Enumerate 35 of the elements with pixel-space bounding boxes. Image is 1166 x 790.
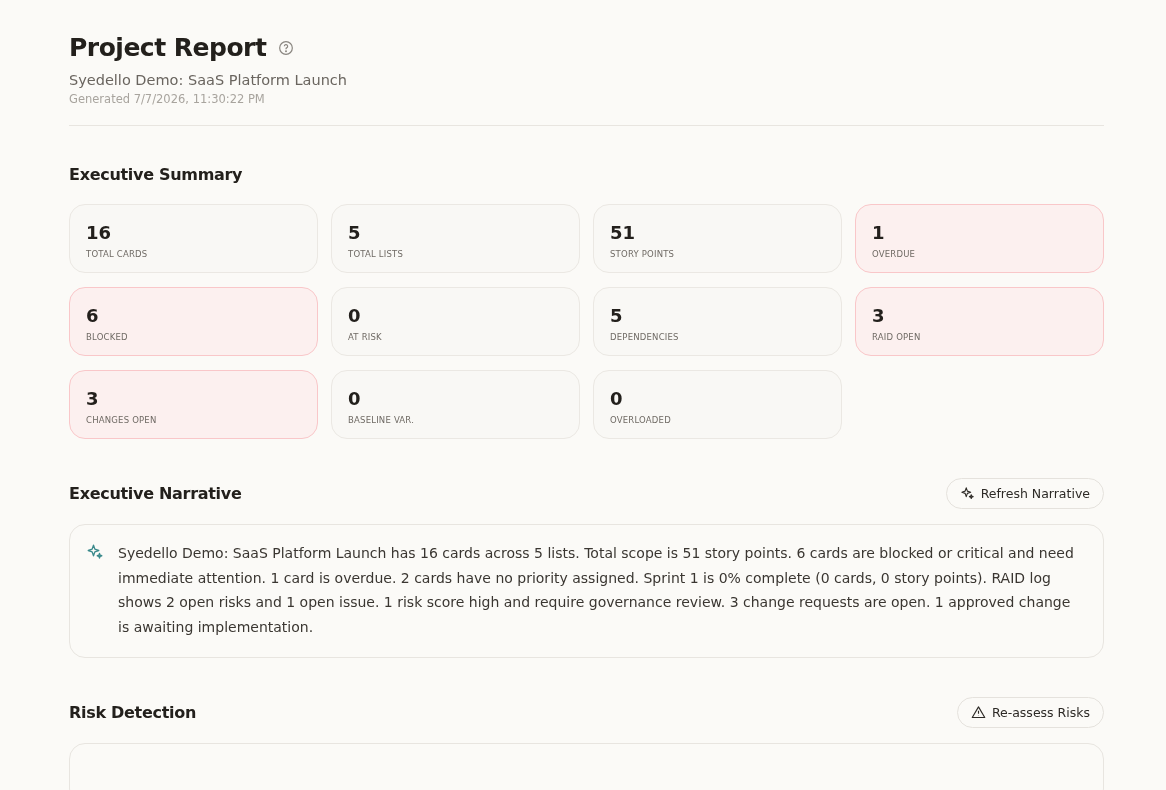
metric-value: 3 [872, 305, 886, 327]
metric-label: CHANGES OPEN [86, 415, 158, 425]
metric-label: TOTAL CARDS [86, 249, 149, 259]
metric-label: OVERDUE [872, 249, 917, 259]
generated-timestamp: Generated 7/7/2026, 11:30:22 PM [69, 91, 266, 107]
refresh-narrative-button[interactable]: Refresh Narrative [945, 477, 1104, 509]
metric-label: TOTAL LISTS [348, 249, 405, 259]
metric-value: 0 [610, 388, 624, 410]
metric-label: AT RISK [348, 332, 383, 342]
metric-value: 5 [348, 222, 362, 244]
metric-value: 5 [610, 305, 624, 327]
project-name: Syedello Demo: SaaS Platform Launch [69, 71, 348, 90]
metric-label: STORY POINTS [610, 249, 676, 259]
metric-value: 6 [86, 305, 100, 327]
page-title: Project Report [69, 32, 267, 64]
metric-value: 1 [872, 222, 886, 244]
section-heading: Executive Narrative [69, 483, 242, 503]
sparkle-icon [86, 543, 104, 561]
metric-label: BLOCKED [86, 332, 129, 342]
metric-label: OVERLOADED [610, 415, 672, 425]
metric-label: RAID OPEN [872, 332, 922, 342]
help-icon[interactable] [278, 40, 295, 56]
re-assess-risks-button[interactable]: Re-assess Risks [956, 696, 1104, 728]
metric-value: 16 [86, 222, 113, 244]
warning-icon [970, 704, 986, 720]
sparkle-icon [959, 485, 975, 501]
section-heading: Executive Summary [69, 164, 243, 184]
narrative-text: Syedello Demo: SaaS Platform Launch has 16 cards across 5 lists. Total scope is 51 story points. 6 cards are blocked or critical and need immediate attention. 1 card is overdue. 2 cards have no priority assigned. Sprint 1 is 0% complete (0 cards, 0 story points). RAID log shows 2 open risks and 1 open issue. 1 risk score high and require governance review. 3 change requests are open. 1 approved change is awaiting implementation. [118, 544, 1075, 637]
metric-label: DEPENDENCIES [610, 332, 680, 342]
metric-value: 51 [610, 222, 637, 244]
section-heading: Risk Detection [69, 702, 196, 722]
metric-value: 0 [348, 388, 362, 410]
metric-value: 3 [86, 388, 100, 410]
metric-label: BASELINE VAR. [348, 415, 416, 425]
metric-value: 0 [348, 305, 362, 327]
